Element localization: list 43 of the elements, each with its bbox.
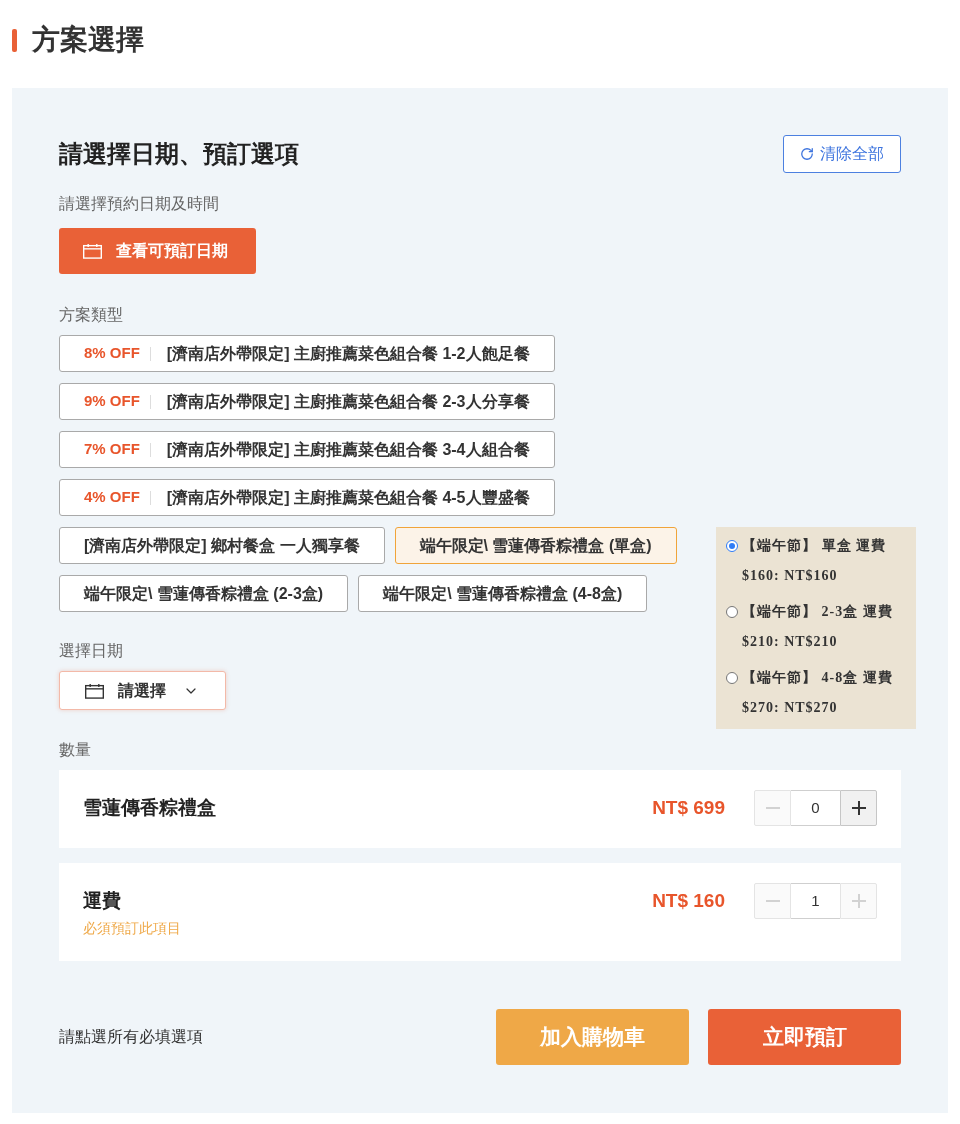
plan-option[interactable]: 9% OFF [濟南店外帶限定] 主廚推薦菜色組合餐 2-3人分享餐 [59, 383, 555, 420]
plan-option[interactable]: 端午限定\ 雪蓮傳香粽禮盒 (2-3盒) [59, 575, 349, 612]
page-title: 方案選擇 [32, 23, 144, 57]
date-select[interactable]: 請選擇 [59, 671, 226, 710]
discount-label: 9% OFF [84, 391, 140, 412]
plan-type-label: 方案類型 [59, 305, 123, 325]
refresh-icon [800, 147, 814, 161]
plan-option[interactable]: 7% OFF [濟南店外帶限定] 主廚推薦菜色組合餐 3-4人組合餐 [59, 431, 555, 468]
date-label: 選擇日期 [59, 641, 123, 661]
plan-option[interactable]: 8% OFF [濟南店外帶限定] 主廚推薦菜色組合餐 1-2人飽足餐 [59, 335, 555, 372]
discount-label: 7% OFF [84, 439, 140, 460]
quantity-field[interactable]: 1 [791, 883, 840, 919]
quantity-label: 數量 [59, 740, 91, 760]
calendar-icon [85, 682, 104, 699]
item-name: 運費 [83, 888, 121, 913]
clear-all-button[interactable]: 清除全部 [783, 135, 901, 173]
plus-icon [851, 894, 866, 908]
shipping-option[interactable]: 【端午節】 單盒 運費 $160: NT$160 [726, 531, 908, 591]
required-hint: 請點選所有必填選項 [59, 1027, 203, 1047]
plan-option[interactable]: 端午限定\ 雪蓮傳香粽禮盒 (單盒) [394, 527, 677, 564]
section-heading: 請選擇日期、預訂選項 [59, 139, 299, 169]
radio-icon[interactable] [726, 672, 738, 684]
title-accent-bar [12, 28, 17, 52]
radio-icon[interactable] [726, 606, 738, 618]
plan-option[interactable]: [濟南店外帶限定] 鄉村餐盒 一人獨享餐 [59, 527, 385, 564]
minus-icon [765, 807, 780, 809]
quantity-field[interactable]: 0 [791, 790, 840, 826]
discount-label: 4% OFF [84, 487, 140, 508]
item-name: 雪蓮傳香粽禮盒 [83, 795, 216, 820]
item-price: NT$ 699 [652, 795, 725, 820]
plan-option[interactable]: 4% OFF [濟南店外帶限定] 主廚推薦菜色組合餐 4-5人豐盛餐 [59, 479, 555, 516]
plus-button[interactable] [840, 790, 877, 826]
radio-icon[interactable] [726, 540, 738, 552]
plus-icon [851, 801, 866, 815]
item-price: NT$ 160 [652, 888, 725, 913]
calendar-icon [83, 243, 102, 259]
date-time-label: 請選擇預約日期及時間 [59, 194, 219, 214]
discount-label: 8% OFF [84, 343, 140, 364]
required-note: 必須預訂此項目 [83, 919, 181, 937]
plan-option[interactable]: 端午限定\ 雪蓮傳香粽禮盒 (4-8盒) [358, 575, 648, 612]
minus-icon [765, 900, 780, 902]
shipping-option[interactable]: 【端午節】 4-8盒 運費 $270: NT$270 [726, 663, 908, 723]
shipping-option[interactable]: 【端午節】 2-3盒 運費 $210: NT$210 [726, 597, 908, 657]
